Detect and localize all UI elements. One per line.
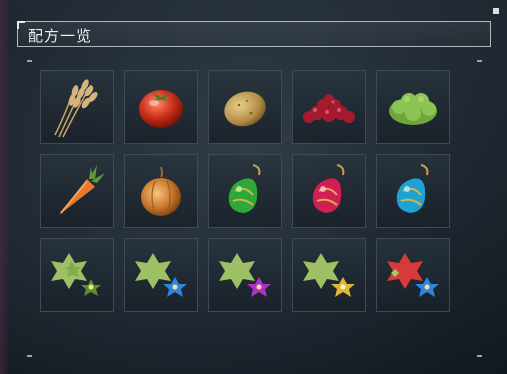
corner-tick-top-left bbox=[27, 60, 32, 62]
tomato-icon bbox=[139, 90, 183, 128]
recipe-slot-lettuce[interactable] bbox=[376, 70, 450, 144]
recipe-slot-flower-purple[interactable] bbox=[208, 238, 282, 312]
recipe-slot-potato[interactable] bbox=[208, 70, 282, 144]
flower-red-icon bbox=[387, 253, 439, 297]
recipe-slot-onion[interactable] bbox=[124, 154, 198, 228]
corner-tick-bottom-left bbox=[27, 355, 32, 357]
recipe-grid bbox=[40, 70, 450, 313]
corner-marker bbox=[493, 8, 499, 14]
recipe-slot-wheat[interactable] bbox=[40, 70, 114, 144]
onion-icon bbox=[141, 166, 181, 216]
panel-left-shadow bbox=[0, 0, 10, 374]
lettuce-icon bbox=[389, 93, 437, 125]
berries-icon bbox=[303, 94, 355, 123]
wheat-icon bbox=[54, 79, 98, 138]
carrot-icon bbox=[59, 165, 105, 215]
title-corner-deco bbox=[17, 21, 25, 29]
recipe-slot-flower-blue[interactable] bbox=[124, 238, 198, 312]
title-bar: 配方一览 bbox=[17, 21, 491, 47]
corner-tick-top-right bbox=[477, 60, 482, 62]
recipe-slot-flower-green[interactable] bbox=[40, 238, 114, 312]
page-title: 配方一览 bbox=[28, 27, 93, 45]
green-gem-pendant-icon bbox=[228, 164, 261, 213]
recipe-slot-green-pendant[interactable] bbox=[208, 154, 282, 228]
recipe-slot-carrot[interactable] bbox=[40, 154, 114, 228]
recipe-slot-flower-red[interactable] bbox=[376, 238, 450, 312]
flower-blue-icon bbox=[135, 253, 187, 297]
recipe-slot-tomato[interactable] bbox=[124, 70, 198, 144]
recipe-slot-red-pendant[interactable] bbox=[292, 154, 366, 228]
recipe-slot-blue-pendant[interactable] bbox=[376, 154, 450, 228]
red-gem-pendant-icon bbox=[312, 164, 345, 213]
flower-purple-icon bbox=[219, 253, 271, 297]
corner-tick-bottom-right bbox=[477, 355, 482, 357]
recipe-slot-berries[interactable] bbox=[292, 70, 366, 144]
potato-icon bbox=[224, 91, 266, 127]
recipe-slot-flower-yellow[interactable] bbox=[292, 238, 366, 312]
blue-gem-pendant-icon bbox=[396, 164, 429, 213]
flower-yellow-icon bbox=[303, 253, 355, 297]
flower-green-icon bbox=[51, 253, 101, 296]
